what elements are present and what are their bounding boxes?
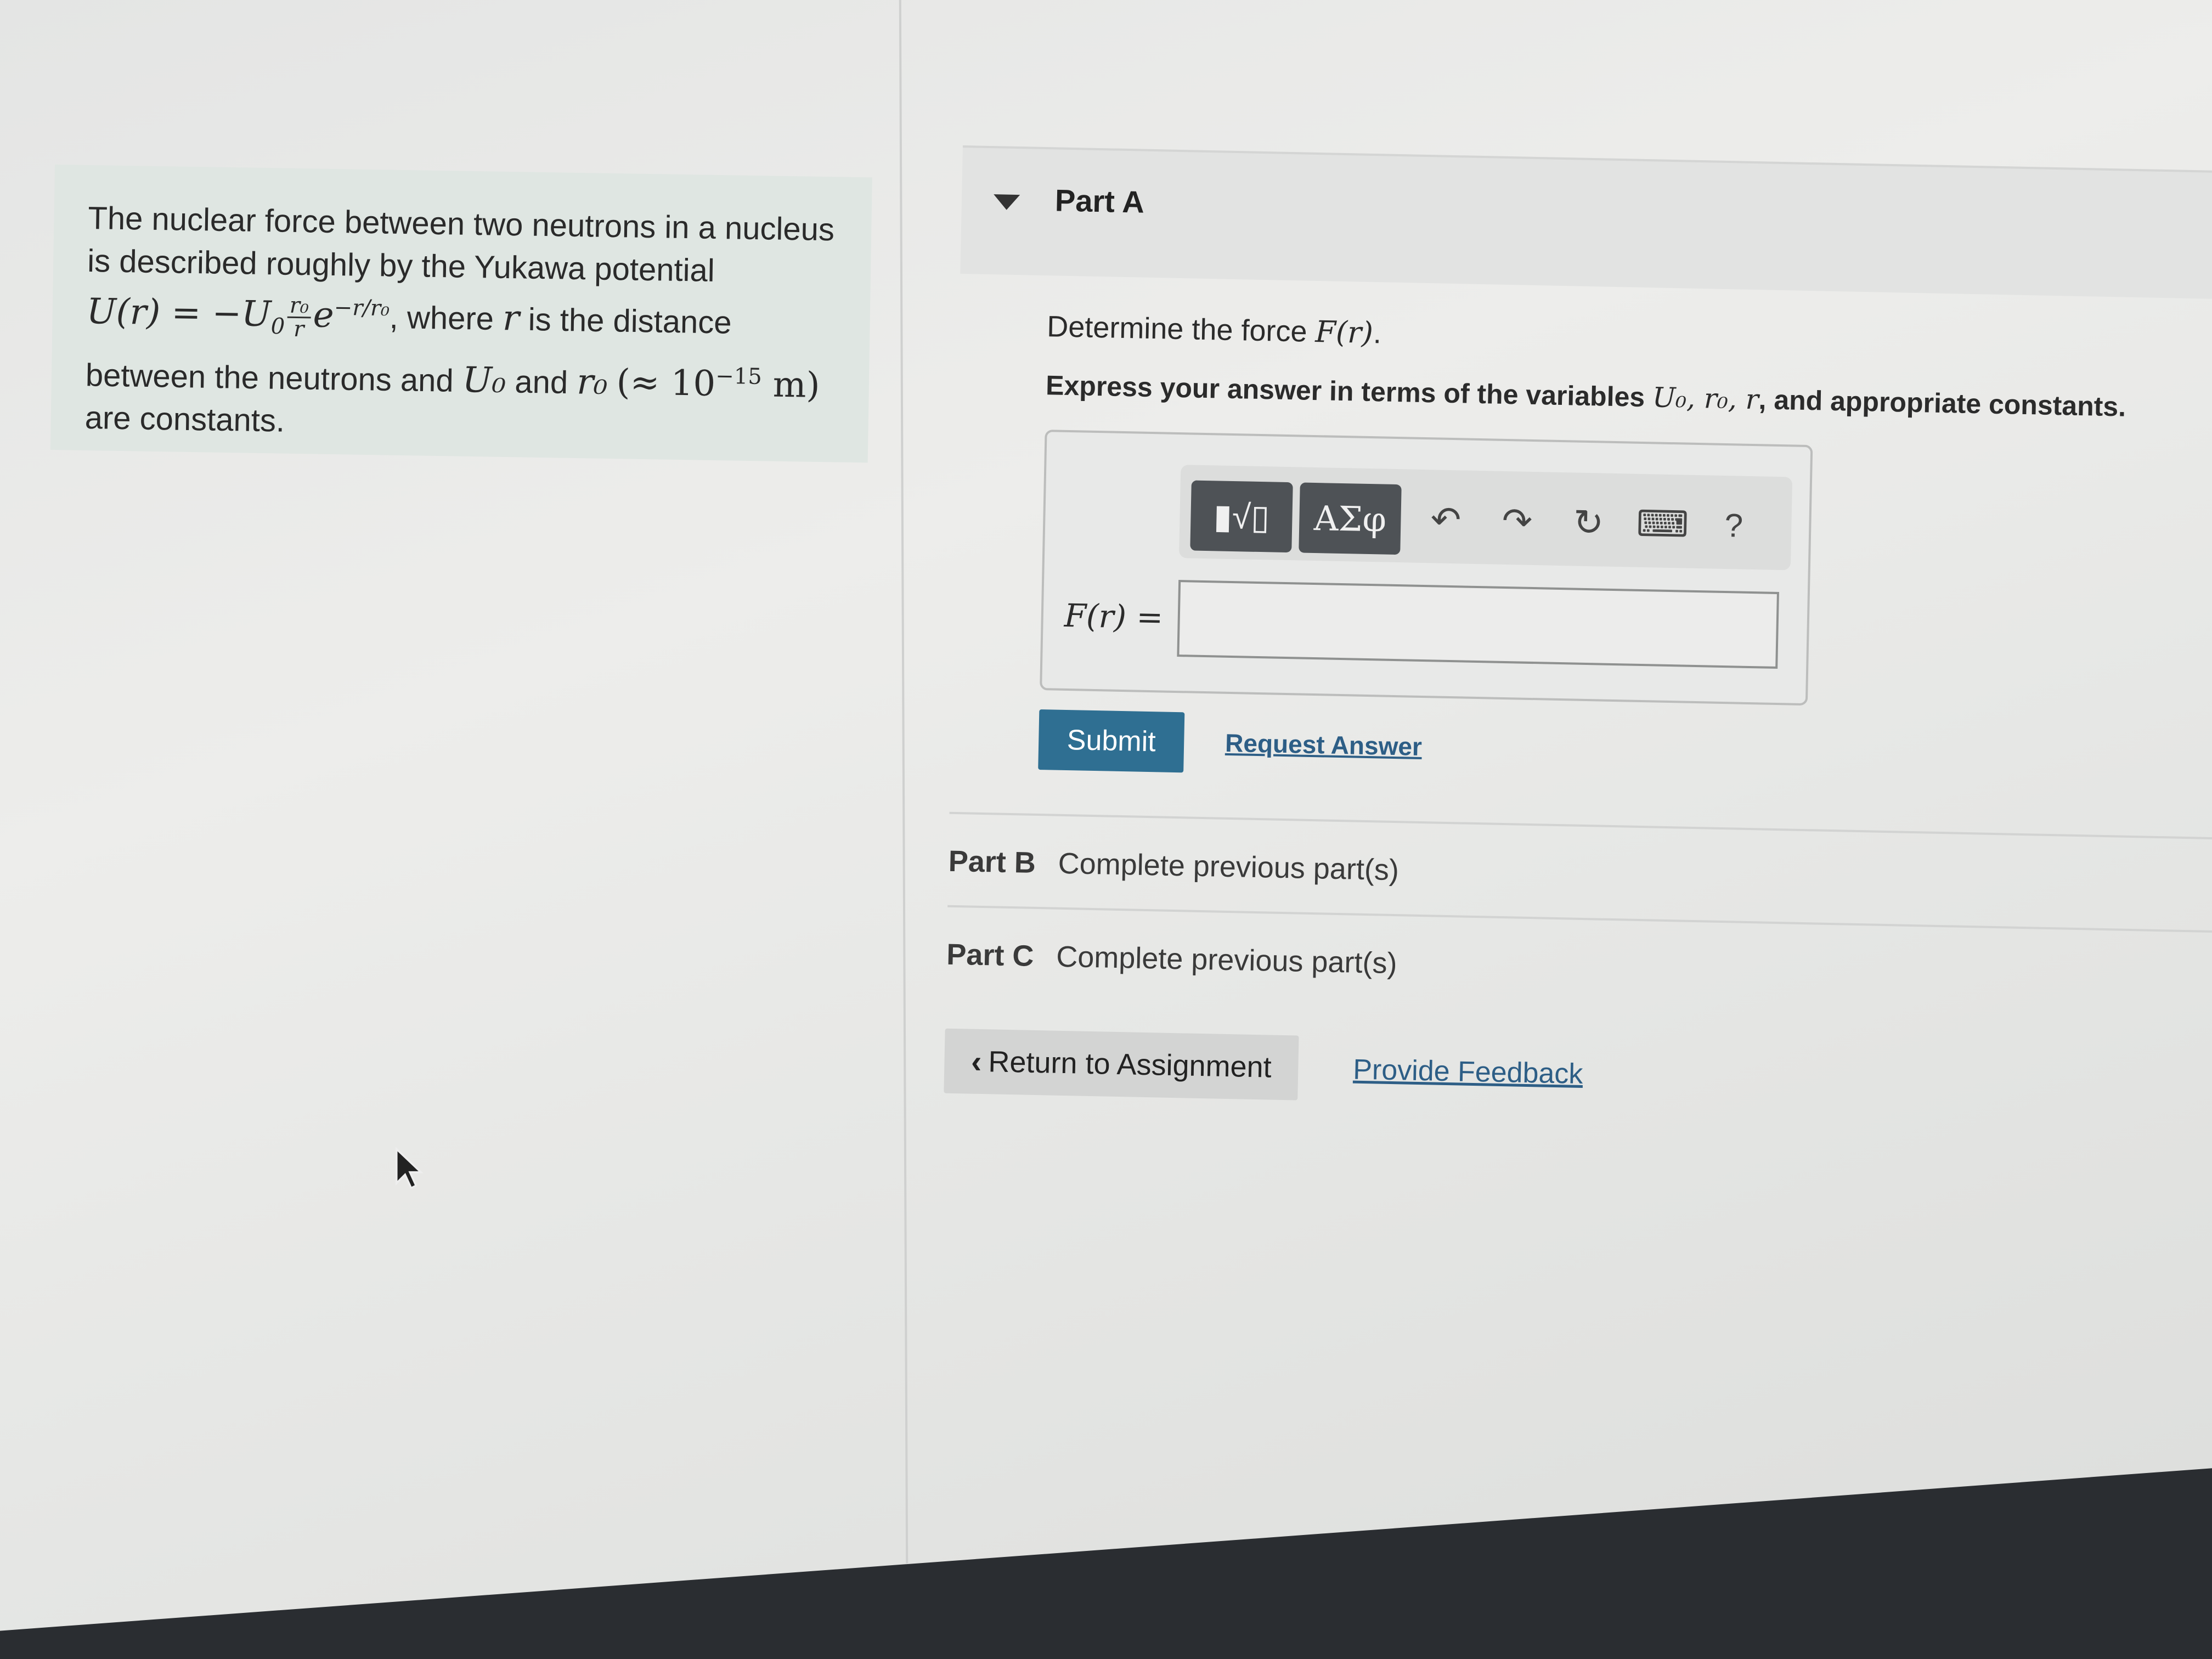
- provide-feedback-link[interactable]: Provide Feedback: [1353, 1053, 1583, 1091]
- submit-button[interactable]: Submit: [1038, 709, 1185, 773]
- problem-line-3: U(r) = −U0 r₀ r e−r/r₀, where r is the dist…: [86, 291, 732, 342]
- part-c-status: Complete previous part(s): [1056, 940, 1398, 980]
- answer-label: F(r) =: [1064, 596, 1164, 636]
- screen: The nuclear force between two neutrons i…: [0, 0, 2212, 1631]
- undo-icon[interactable]: ↶: [1421, 494, 1471, 545]
- keyboard-icon[interactable]: ⌨: [1636, 499, 1689, 549]
- part-a-header[interactable]: Part A: [960, 145, 2212, 301]
- part-b-status: Complete previous part(s): [1058, 847, 1400, 887]
- part-b-name: Part B: [948, 844, 1036, 879]
- part-a-title: Part A: [1054, 183, 1145, 219]
- reset-icon[interactable]: ↻: [1564, 497, 1614, 548]
- part-a-question: Determine the force F(r).: [1046, 310, 1382, 351]
- r-variable: r: [502, 298, 520, 339]
- request-answer-link[interactable]: Request Answer: [1225, 728, 1423, 761]
- part-a-instruction: Express your answer in terms of the vari…: [1045, 370, 2126, 422]
- part-c-name: Part C: [946, 938, 1035, 973]
- return-label: Return to Assignment: [988, 1045, 1272, 1084]
- parts-panel: Part A Determine the force F(r). Express…: [944, 145, 2212, 1101]
- templates-button[interactable]: ▮√▯: [1190, 480, 1293, 553]
- symbols-button[interactable]: ΑΣφ: [1299, 482, 1402, 555]
- chevron-left-icon: ‹: [970, 1043, 983, 1080]
- part-b-row: Part B Complete previous part(s): [947, 811, 2212, 923]
- redo-icon[interactable]: ↷: [1492, 496, 1543, 546]
- part-c-row: Part C Complete previous part(s): [946, 905, 2212, 1016]
- math-toolbar: ▮√▯ ΑΣφ ↶ ↷ ↻ ⌨ ?: [1178, 465, 1793, 571]
- pane-divider[interactable]: [899, 0, 909, 1564]
- potential-formula: U(r) = −U0 r₀ r e−r/r₀: [86, 291, 390, 342]
- help-icon[interactable]: ?: [1708, 500, 1759, 550]
- mouse-cursor-icon: [396, 1147, 424, 1189]
- answer-box: ▮√▯ ΑΣφ ↶ ↷ ↻ ⌨ ? F(r) =: [1040, 430, 1813, 706]
- collapse-triangle-icon[interactable]: [993, 194, 1020, 211]
- answer-input[interactable]: [1177, 580, 1779, 669]
- problem-statement: The nuclear force between two neutrons i…: [50, 165, 872, 463]
- return-to-assignment-button[interactable]: ‹ Return to Assignment: [944, 1028, 1299, 1101]
